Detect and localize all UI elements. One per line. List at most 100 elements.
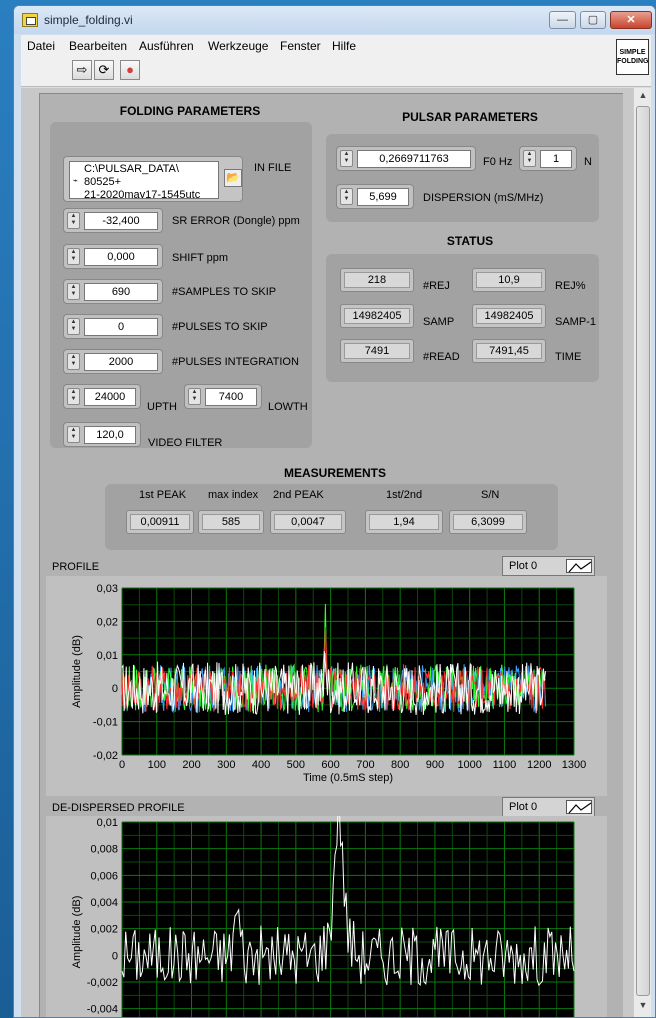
in-file-line-1: C:\PULSAR_DATA\ [84,163,179,175]
n-control[interactable]: ▲ ▼ 1 [519,146,577,171]
y-tick-label: 0,03 [97,583,118,595]
f0-label: F0 Hz [483,156,513,168]
lowth-field[interactable]: 7400 [205,388,257,406]
spin-arrows-icon[interactable]: ▲ ▼ [523,150,536,167]
pulses-integration-field[interactable]: 2000 [84,353,158,371]
dispersion-control[interactable]: ▲ ▼ 5,699 [336,184,414,209]
status-title: STATUS [446,234,494,248]
second-peak-indicator: 0,0047 [270,510,346,534]
f0-control[interactable]: ▲ ▼ 0,2669711763 [336,146,476,171]
menu-werkzeuge[interactable]: Werkzeuge [208,39,268,53]
y-tick-label: -0,002 [87,977,118,989]
n-label: N [584,156,592,168]
lowth-label: LOWTH [268,401,308,413]
samples-skip-field[interactable]: 690 [84,283,158,301]
x-tick-label: 900 [426,759,444,771]
lowth-control[interactable]: ▲ ▼ 7400 [184,384,262,409]
scroll-thumb[interactable] [636,106,650,996]
sr-error-field[interactable]: -32,400 [84,212,158,230]
shift-field[interactable]: 0,000 [84,248,158,266]
x-tick-label: 300 [217,759,235,771]
menu-bearbeiten[interactable]: Bearbeiten [69,39,127,53]
y-tick-label: 0,004 [90,897,118,909]
x-tick-label: 1100 [493,759,517,771]
sr-error-control[interactable]: ▲ ▼ -32,400 [63,208,163,233]
folding-title: FOLDING PARAMETERS [119,104,261,118]
spin-arrows-icon[interactable]: ▲ ▼ [67,248,80,265]
measurements-title: MEASUREMENTS [283,466,386,480]
first-peak-label: 1st PEAK [139,489,187,501]
profile-plot-legend[interactable]: Plot 0 [502,556,595,576]
y-tick-label: 0,008 [90,844,118,856]
max-index-value: 585 [202,514,260,530]
spin-arrows-icon[interactable]: ▲ ▼ [340,188,353,205]
scroll-up-icon[interactable]: ▲ [636,90,650,104]
folder-icon[interactable]: 📂 [224,169,242,187]
pulses-integration-control[interactable]: ▲ ▼ 2000 [63,349,163,374]
folding-parameters-section: ⌁ C:\PULSAR_DATA\ 80525+ 21-2020may17-15… [50,122,312,449]
samples-skip-label: #SAMPLES TO SKIP [172,286,277,298]
rej-value: 218 [344,272,410,288]
vertical-scrollbar[interactable]: ▲ ▼ [633,88,651,1017]
spin-arrows-icon[interactable]: ▲ ▼ [67,426,80,443]
menu-ausfuehren[interactable]: Ausführen [139,39,194,53]
spin-arrows-icon[interactable]: ▲ ▼ [340,150,353,167]
maximize-button[interactable]: ▢ [580,11,606,29]
video-filter-control[interactable]: ▲ ▼ 120,0 [63,422,141,447]
n-field[interactable]: 1 [540,150,572,168]
sn-indicator: 6,3099 [449,510,527,534]
pulses-skip-label: #PULSES TO SKIP [172,321,268,333]
scroll-down-icon[interactable]: ▼ [636,1000,650,1014]
x-tick-label: 100 [148,759,166,771]
in-file-path-control[interactable]: ⌁ C:\PULSAR_DATA\ 80525+ 21-2020may17-15… [63,156,243,202]
x-tick-label: 400 [252,759,270,771]
in-file-path[interactable]: ⌁ C:\PULSAR_DATA\ 80525+ 21-2020may17-15… [69,161,219,199]
close-button[interactable]: ✕ [610,11,652,29]
spin-arrows-icon[interactable]: ▲ ▼ [67,388,80,405]
ratio-indicator: 1,94 [365,510,443,534]
abort-stop-icon[interactable]: ● [120,60,140,80]
front-panel: FOLDING PARAMETERS ⌁ C:\PULSAR_DATA\ 805… [21,88,651,1017]
samp-indicator: 14982405 [340,304,414,328]
dispersion-field[interactable]: 5,699 [357,188,409,206]
dedispersed-plot-legend[interactable]: Plot 0 [502,797,595,817]
spin-arrows-icon[interactable]: ▲ ▼ [67,283,80,300]
menu-fenster[interactable]: Fenster [280,39,321,53]
vi-icon-line2: FOLDING [617,58,649,65]
rej-pct-indicator: 10,9 [472,268,546,292]
upth-field[interactable]: 24000 [84,388,136,406]
dedispersed-graph: -0,004 -0,002 0 0,002 0,004 0,006 0,008 0,01 Amp… [46,785,607,1017]
spin-arrows-icon[interactable]: ▲ ▼ [188,388,201,405]
dedispersed-chart-svg: -0,004 -0,002 0 0,002 0,004 0,006 0,008 0,01 Amp… [71,785,575,1017]
menu-datei[interactable]: Datei [27,39,55,53]
dedispersed-title: DE-DISPERSED PROFILE [52,802,185,814]
spin-arrows-icon[interactable]: ▲ ▼ [67,318,80,335]
time-value: 7491,45 [476,343,542,359]
title-bar[interactable]: simple_folding.vi — ▢ ✕ [14,6,655,34]
spin-arrows-icon[interactable]: ▲ ▼ [67,212,80,229]
status-section: 218 #REJ 10,9 REJ% 14982405 SAMP 1498240… [326,254,599,382]
y-tick-label: -0,01 [93,717,118,729]
path-browse-icon: ⌁ [73,176,78,185]
vi-connector-icon: SIMPLE FOLDING [616,39,649,75]
run-arrow-icon[interactable]: ⇨ [72,60,92,80]
pulses-skip-field[interactable]: 0 [84,318,158,336]
run-continuously-icon[interactable]: ⟳ [94,60,114,80]
shift-control[interactable]: ▲ ▼ 0,000 [63,244,163,269]
upth-control[interactable]: ▲ ▼ 24000 [63,384,141,409]
profile-chart-svg: 0 100 200 300 400 500 600 700 800 900 1000 1100 1200… [71,583,586,784]
time-label: TIME [555,351,582,363]
second-peak-value: 0,0047 [274,514,342,530]
dedispersed-legend-label: Plot 0 [509,801,538,813]
video-filter-field[interactable]: 120,0 [84,426,136,444]
vi-window: simple_folding.vi — ▢ ✕ Datei Bearbeiten… [13,5,656,1018]
spin-arrows-icon[interactable]: ▲ ▼ [67,353,80,370]
samples-skip-control[interactable]: ▲ ▼ 690 [63,279,163,304]
ratio-label: 1st/2nd [386,489,423,501]
pulses-skip-control[interactable]: ▲ ▼ 0 [63,314,163,339]
x-tick-label: 600 [321,759,339,771]
minimize-button[interactable]: — [549,11,576,29]
f0-field[interactable]: 0,2669711763 [357,150,471,168]
x-tick-label: 1300 [562,759,586,771]
menu-hilfe[interactable]: Hilfe [332,39,356,53]
